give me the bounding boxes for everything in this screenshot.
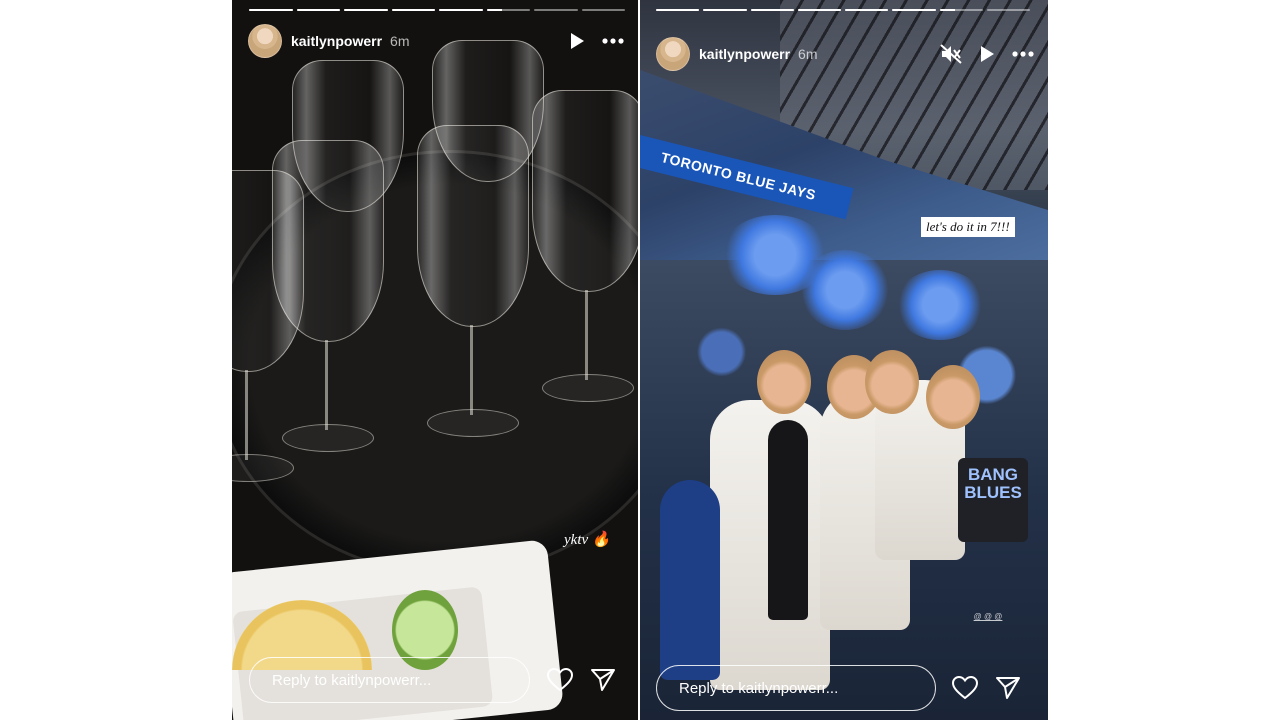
fan-face xyxy=(865,350,919,414)
progress-segment xyxy=(439,9,483,11)
progress-segment xyxy=(939,9,983,11)
story-progress-bar xyxy=(249,9,625,11)
fan-shirt xyxy=(768,420,808,620)
fan xyxy=(660,480,720,680)
send-icon[interactable] xyxy=(589,666,617,694)
pompom xyxy=(895,270,985,340)
progress-segment xyxy=(296,9,340,11)
fan-face xyxy=(757,350,811,414)
progress-segment xyxy=(797,9,841,11)
progress-segment xyxy=(391,9,435,11)
story-caption: let's do it in 7!!! xyxy=(921,217,1015,237)
story-header: kaitlynpowerr 6m xyxy=(248,24,624,58)
post-time: 6m xyxy=(798,46,818,62)
heart-icon[interactable] xyxy=(951,674,979,702)
fan-face xyxy=(926,365,980,429)
avatar[interactable] xyxy=(248,24,282,58)
story-viewer-left[interactable]: yktv 🔥 kaitlynpowerr 6m Reply to kaitlyn… xyxy=(232,0,638,720)
heart-icon[interactable] xyxy=(546,666,574,694)
avatar[interactable] xyxy=(656,37,690,71)
reply-placeholder: Reply to kaitlynpowerr... xyxy=(272,671,432,689)
progress-segment xyxy=(344,9,388,11)
story-header: kaitlynpowerr 6m xyxy=(656,37,1034,71)
play-icon[interactable] xyxy=(566,30,588,52)
progress-segment xyxy=(703,9,747,11)
username[interactable]: kaitlynpowerr xyxy=(699,46,790,62)
story-progress-bar xyxy=(656,9,1030,11)
progress-segment xyxy=(249,9,293,11)
more-icon[interactable] xyxy=(1012,43,1034,65)
progress-segment xyxy=(656,9,700,11)
username[interactable]: kaitlynpowerr xyxy=(291,33,382,49)
reply-placeholder: Reply to kaitlynpowerr... xyxy=(679,679,839,697)
story-viewer-right[interactable]: TORONTO BLUE JAYS BANG BLUES let's do it… xyxy=(640,0,1048,720)
progress-segment xyxy=(892,9,936,11)
progress-segment xyxy=(986,9,1030,11)
pompom xyxy=(800,250,890,330)
progress-segment xyxy=(581,9,625,11)
more-icon[interactable] xyxy=(602,30,624,52)
progress-segment xyxy=(750,9,794,11)
progress-segment xyxy=(534,9,578,11)
reply-input[interactable]: Reply to kaitlynpowerr... xyxy=(656,665,936,711)
tote-bag: BANG BLUES xyxy=(958,458,1028,542)
send-icon[interactable] xyxy=(994,674,1022,702)
progress-segment xyxy=(486,9,530,11)
play-icon[interactable] xyxy=(976,43,998,65)
mention-sticker[interactable]: @ @ @ xyxy=(958,612,1018,621)
story-caption: yktv 🔥 xyxy=(564,532,611,548)
reply-input[interactable]: Reply to kaitlynpowerr... xyxy=(249,657,530,703)
progress-segment xyxy=(845,9,889,11)
post-time: 6m xyxy=(390,33,410,49)
muted-speaker-icon[interactable] xyxy=(940,43,962,65)
